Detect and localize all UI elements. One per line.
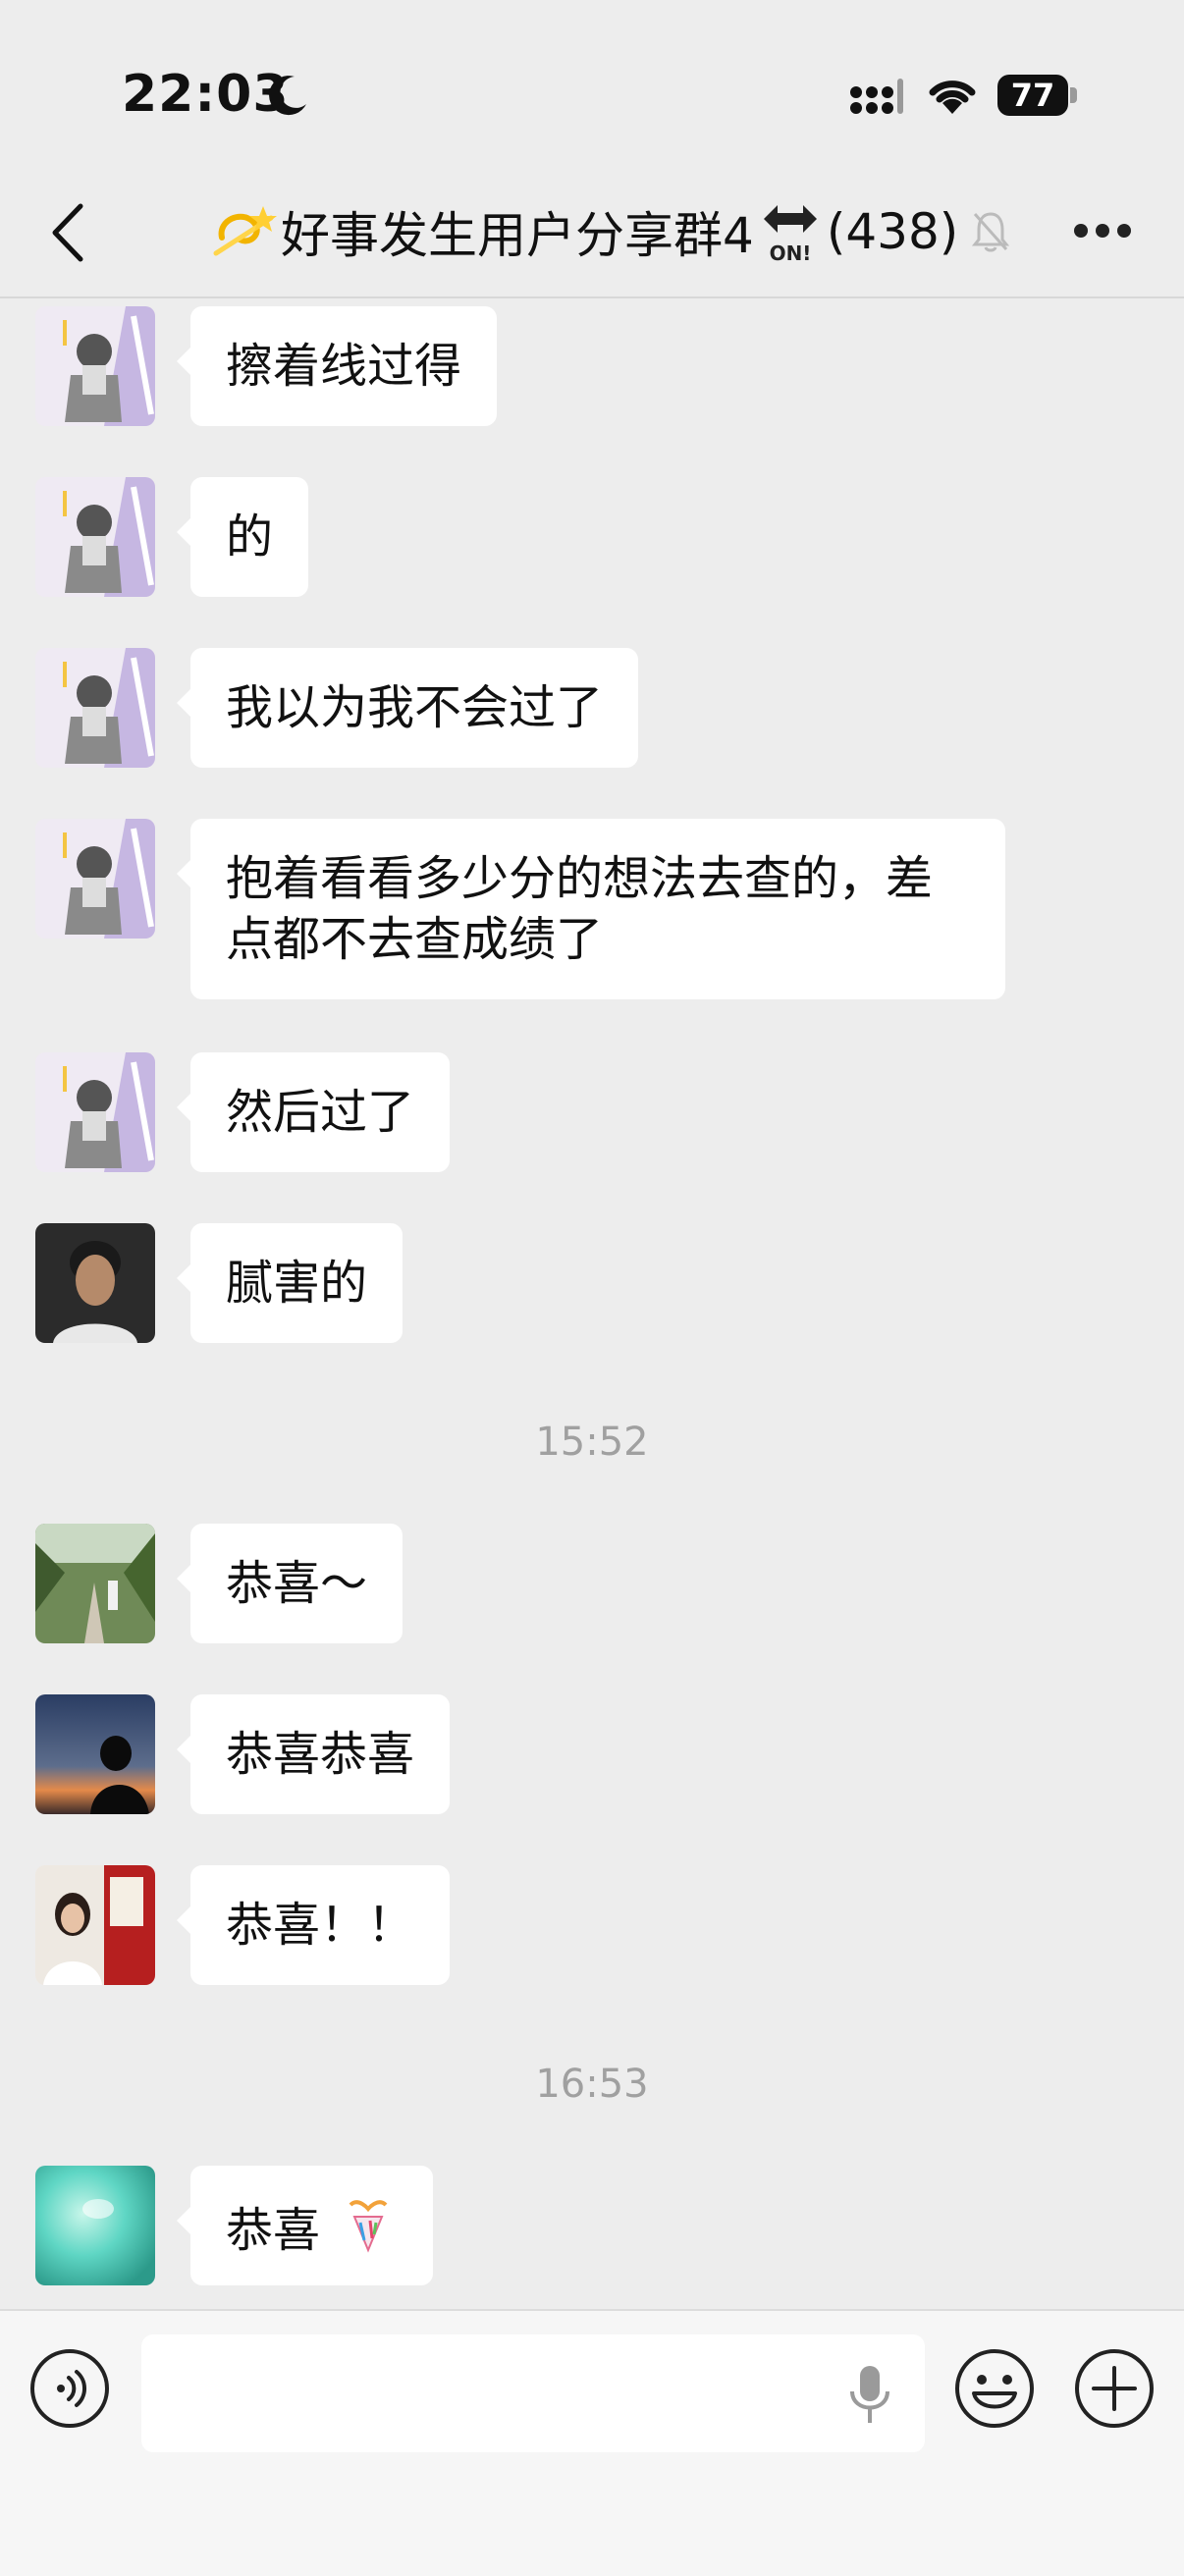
avatar-garden-path[interactable]	[35, 1524, 155, 1643]
message-bubble[interactable]: 恭喜～	[176, 1524, 404, 1643]
message-text: 擦着线过得	[226, 339, 462, 394]
message-bubble[interactable]: 恭喜！！	[176, 1865, 451, 1985]
dizzy-icon	[213, 206, 277, 256]
bell-muted-icon	[972, 212, 1010, 252]
message-bubble[interactable]: 然后过了	[176, 1052, 451, 1172]
avatar-sunset-silhouette[interactable]	[35, 1694, 155, 1814]
chat-title: 好事发生用户分享群4	[281, 207, 754, 264]
avatar-anime-girl[interactable]	[35, 1052, 155, 1172]
chat-header: 好事发生用户分享群4 ON! (438)	[0, 167, 1184, 298]
party-popper-icon	[349, 2200, 388, 2253]
message-bubble[interactable]: 的	[176, 477, 309, 597]
message-text: 恭喜～	[226, 1556, 368, 1611]
chat-title-group[interactable]: 好事发生用户分享群4 ON! (438)	[212, 194, 1010, 269]
avatar-man-portrait[interactable]	[35, 1223, 155, 1343]
svg-text:ON!: ON!	[769, 242, 811, 265]
avatar-anime-girl[interactable]	[35, 477, 155, 597]
message-text: 腻害的	[226, 1256, 368, 1311]
message-text-line-2: 点都不去查成绩了	[226, 912, 604, 967]
message-bubble[interactable]: 我以为我不会过了	[176, 648, 639, 768]
chat-input-bar	[0, 2309, 1184, 2576]
plus-icon[interactable]	[1074, 2348, 1155, 2429]
message-timestamp: 16:53	[535, 2062, 649, 2107]
message-bubble[interactable]: 恭喜恭喜	[176, 1694, 451, 1814]
status-bar: 22:03 77	[0, 0, 1184, 167]
message-text: 我以为我不会过了	[226, 680, 604, 735]
member-count: (438)	[826, 203, 959, 260]
message-text-line-1: 抱着看看多少分的想法去查的，差	[226, 851, 934, 906]
avatar-anime-girl[interactable]	[35, 306, 155, 426]
message-text: 的	[226, 510, 274, 564]
message-text: 恭喜！！	[226, 1898, 415, 1953]
more-options-icon[interactable]	[1074, 224, 1131, 240]
voice-input-icon[interactable]	[29, 2348, 110, 2429]
message-bubble[interactable]: 腻害的	[176, 1223, 404, 1343]
avatar-anime-girl[interactable]	[35, 648, 155, 768]
status-time: 22:03	[122, 65, 290, 124]
emoji-icon[interactable]	[954, 2348, 1035, 2429]
microphone-icon[interactable]	[848, 2364, 891, 2425]
avatar-teal-abstract[interactable]	[35, 2166, 155, 2285]
message-bubble[interactable]: 擦着线过得	[176, 306, 498, 426]
battery-icon: 77	[997, 75, 1078, 116]
message-text: 恭喜	[226, 2203, 321, 2258]
avatar-woman-red-wall[interactable]	[35, 1865, 155, 1985]
wifi-icon	[929, 80, 976, 114]
message-text: 恭喜恭喜	[226, 1727, 415, 1782]
message-input[interactable]	[141, 2334, 925, 2452]
message-bubble[interactable]: 抱着看看多少分的想法去查的，差 点都不去查成绩了	[177, 819, 1005, 999]
battery-level: 77	[1010, 77, 1055, 114]
signal-icon	[850, 79, 903, 114]
moon-icon	[269, 76, 306, 116]
on-arrow-icon: ON!	[763, 205, 817, 265]
message-bubble[interactable]: 恭喜	[176, 2166, 434, 2285]
back-chevron-icon[interactable]	[47, 202, 86, 263]
message-timestamp: 15:52	[535, 1420, 649, 1465]
message-text: 然后过了	[226, 1085, 415, 1140]
avatar-anime-girl[interactable]	[35, 819, 155, 939]
